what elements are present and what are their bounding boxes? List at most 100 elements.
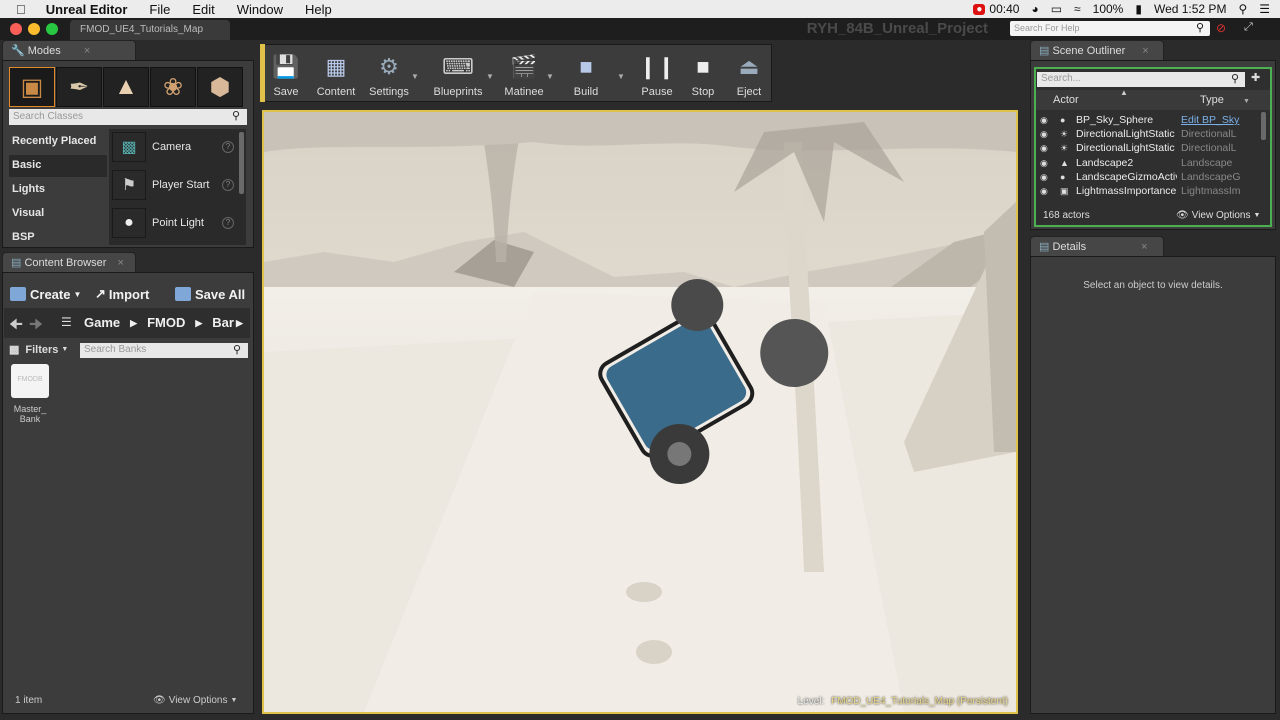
search-banks-input[interactable]: Search Banks <box>80 343 248 358</box>
close-icon[interactable]: × <box>117 257 123 269</box>
menu-window[interactable]: Window <box>237 2 283 17</box>
landscape-mode-icon[interactable]: ▲ <box>103 67 149 107</box>
tab-modes[interactable]: 🔧 Modes × <box>2 40 136 60</box>
breadcrumb-fmod[interactable]: FMOD <box>147 315 185 331</box>
help-search-input[interactable]: Search For Help <box>1010 21 1210 36</box>
save-all-button[interactable]: Save All <box>175 284 245 304</box>
breadcrumb-game[interactable]: Game <box>84 315 120 331</box>
spotlight-icon[interactable]: ⚲ <box>1238 2 1247 16</box>
view-options-button[interactable]: 👁 View Options ▼ <box>153 695 237 706</box>
category-basic[interactable]: Basic <box>9 155 107 177</box>
close-icon[interactable]: × <box>1141 241 1147 253</box>
edit-blueprint-link[interactable]: Edit BP_Sky <box>1181 114 1243 126</box>
expand-icon[interactable]: ⤢ <box>1244 21 1253 34</box>
chevron-down-icon[interactable]: ▼ <box>411 72 419 81</box>
level-document-tab[interactable]: FMOD_UE4_Tutorials_Map <box>70 20 230 40</box>
eject-button[interactable]: ⏏ Eject <box>730 48 768 98</box>
save-button[interactable]: 💾 Save <box>268 48 304 98</box>
chevron-down-icon[interactable]: ▼ <box>617 72 625 81</box>
menu-file[interactable]: File <box>149 2 170 17</box>
clock[interactable]: Wed 1:52 PM <box>1154 2 1226 16</box>
asset-label: Master_ Bank <box>13 404 47 424</box>
eye-icon[interactable]: ◉ <box>1040 158 1050 169</box>
apple-icon[interactable]:  <box>16 2 26 17</box>
matinee-button[interactable]: 🎬 Matinee <box>502 48 546 98</box>
outliner-view-options-button[interactable]: 👁 View Options ▼ <box>1176 210 1260 221</box>
eye-icon[interactable]: ◉ <box>1040 129 1050 140</box>
scrollbar[interactable] <box>1261 112 1266 140</box>
toolbar-drag-handle[interactable] <box>260 44 265 102</box>
menu-app-name[interactable]: Unreal Editor <box>46 2 128 17</box>
chevron-down-icon[interactable]: ▼ <box>546 72 554 81</box>
place-item-camera[interactable]: ▩ Camera ? <box>112 130 242 164</box>
import-button[interactable]: ↗ Import <box>95 284 149 304</box>
place-item-point-light[interactable]: ● Point Light ? <box>112 206 242 240</box>
category-bsp[interactable]: BSP <box>9 227 107 249</box>
outliner-row[interactable]: ◉ ▲ Landscape2 Landscape <box>1036 156 1268 170</box>
outliner-row[interactable]: ◉ ☀ DirectionalLightStatic DirectionalL <box>1036 141 1268 155</box>
outliner-row[interactable]: ◉ ● BP_Sky_Sphere Edit BP_Sky <box>1036 113 1268 127</box>
column-type[interactable]: Type <box>1200 94 1224 106</box>
filters-button[interactable]: ▩ Filters ▼ <box>9 343 68 357</box>
breadcrumb: Game ▶ FMOD ▶ Bar ▶ <box>84 315 243 331</box>
pause-button[interactable]: ❙❙ Pause <box>638 48 676 98</box>
menu-edit[interactable]: Edit <box>192 2 214 17</box>
minimize-window-button[interactable] <box>28 23 40 35</box>
foliage-mode-icon[interactable]: ❀ <box>150 67 196 107</box>
sphere-icon: ● <box>1060 115 1066 125</box>
outliner-row[interactable]: ◉ ▣ LightmassImportance LightmassIm <box>1036 184 1268 198</box>
blueprints-button[interactable]: ⌨ Blueprints <box>430 48 486 98</box>
settings-button[interactable]: ⚙ Settings <box>366 48 412 98</box>
breadcrumb-banks[interactable]: Bar <box>212 315 234 331</box>
settings-label: Settings <box>369 86 409 98</box>
save-icon: 💾 <box>272 54 300 79</box>
forward-arrow-icon[interactable]: 🠊 <box>29 314 43 339</box>
recording-icon[interactable]: ● <box>973 3 986 15</box>
search-icon[interactable]: ⚲ <box>1196 21 1204 34</box>
close-window-button[interactable] <box>10 23 22 35</box>
chevron-down-icon[interactable]: ▼ <box>1243 98 1250 105</box>
create-button[interactable]: Create ▼ <box>10 284 81 304</box>
tab-details[interactable]: ▤ Details × <box>1030 236 1164 256</box>
eye-icon[interactable]: ◉ <box>1040 186 1050 197</box>
back-arrow-icon[interactable]: 🠈 <box>9 314 23 339</box>
place-mode-icon[interactable]: ▣ <box>9 67 55 107</box>
eye-icon[interactable]: ◉ <box>1040 115 1050 126</box>
outliner-search-input[interactable]: Search... <box>1037 72 1245 87</box>
no-entry-icon[interactable]: ⊘ <box>1216 21 1226 35</box>
search-classes-input[interactable]: Search Classes <box>9 109 247 125</box>
status-icon[interactable]: ◕ <box>1031 2 1038 16</box>
outliner-row[interactable]: ◉ ☀ DirectionalLightStatic DirectionalL <box>1036 127 1268 141</box>
tab-content-browser[interactable]: ▤ Content Browser × <box>2 252 136 272</box>
level-viewport[interactable]: Level: FMOD_UE4_Tutorials_Map (Persisten… <box>262 110 1018 714</box>
close-icon[interactable]: × <box>1142 45 1148 57</box>
notification-center-icon[interactable]: ☰ <box>1259 2 1270 16</box>
display-icon[interactable]: ▭ <box>1051 2 1062 16</box>
outliner-row[interactable]: ◉ ● LandscapeGizmoActive LandscapeG <box>1036 170 1268 184</box>
help-icon[interactable]: ? <box>222 141 234 153</box>
geometry-mode-icon[interactable]: ⬢ <box>197 67 243 107</box>
chevron-down-icon[interactable]: ▼ <box>486 72 494 81</box>
place-item-player-start[interactable]: ⚑ Player Start ? <box>112 168 242 202</box>
category-lights[interactable]: Lights <box>9 179 107 201</box>
content-button[interactable]: ▦ Content <box>314 48 358 98</box>
category-recently-placed[interactable]: Recently Placed <box>9 131 107 153</box>
help-icon[interactable]: ? <box>222 217 234 229</box>
stop-button[interactable]: ■ Stop <box>684 48 722 98</box>
eye-icon[interactable]: ◉ <box>1040 172 1050 183</box>
menu-help[interactable]: Help <box>305 2 332 17</box>
paint-mode-icon[interactable]: ✒ <box>56 67 102 107</box>
add-filter-icon[interactable]: ✚ <box>1251 71 1260 84</box>
category-visual[interactable]: Visual <box>9 203 107 225</box>
close-icon[interactable]: × <box>84 45 90 57</box>
column-actor[interactable]: Actor <box>1053 94 1079 106</box>
eye-icon[interactable]: ◉ <box>1040 143 1050 154</box>
build-button[interactable]: ■ Build <box>566 48 606 98</box>
zoom-window-button[interactable] <box>46 23 58 35</box>
asset-thumbnail[interactable]: FMODB <box>11 364 49 398</box>
battery-icon[interactable]: ▮ <box>1135 2 1142 16</box>
help-icon[interactable]: ? <box>222 179 234 191</box>
list-icon[interactable]: ☰ <box>61 315 72 329</box>
wifi-icon[interactable]: ≈ <box>1074 2 1081 16</box>
tab-scene-outliner[interactable]: ▤ Scene Outliner × <box>1030 40 1164 60</box>
